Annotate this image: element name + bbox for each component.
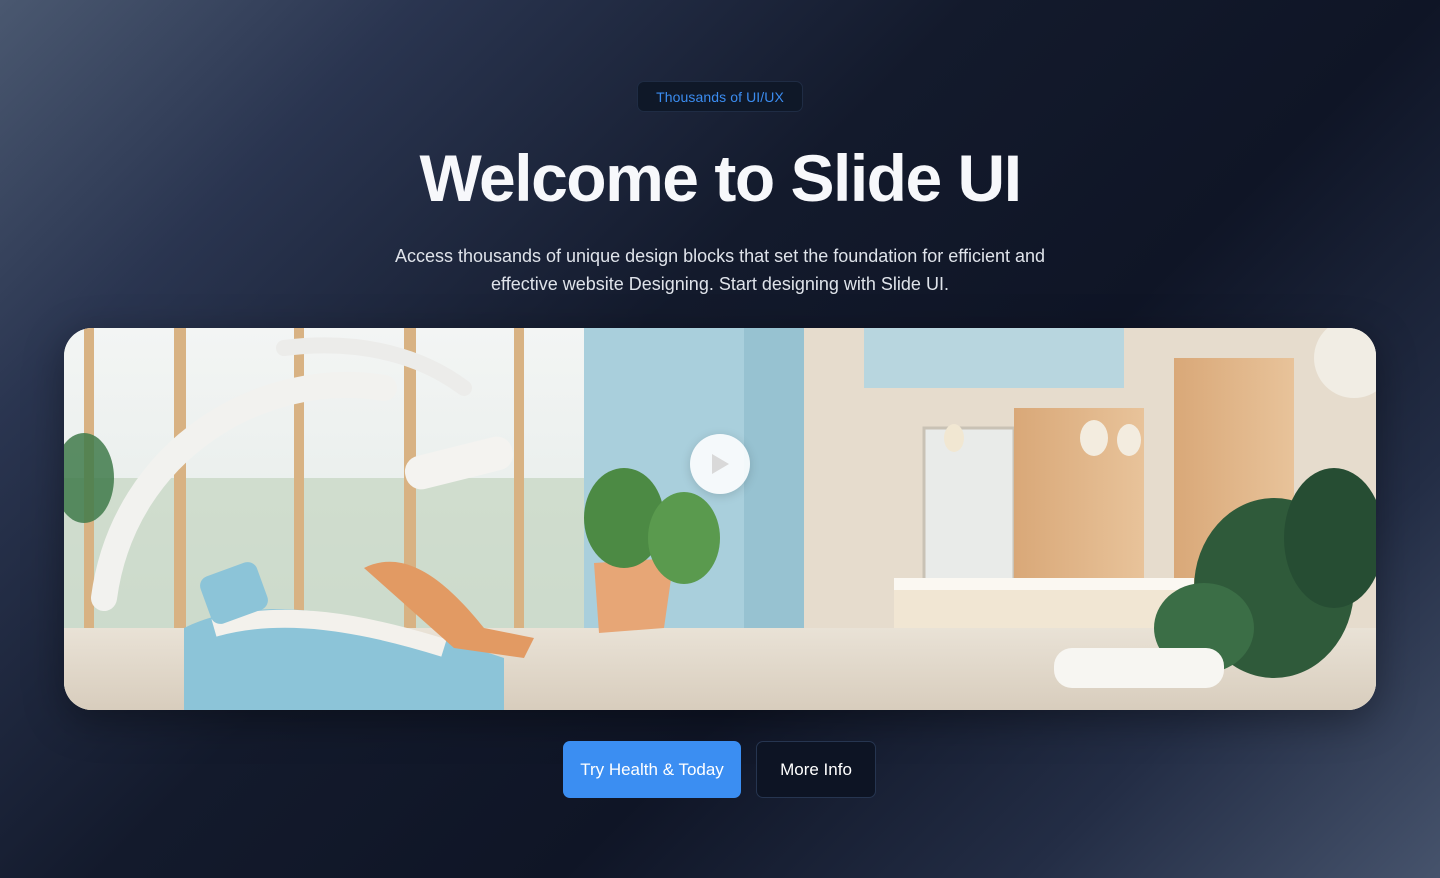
play-icon	[712, 454, 729, 474]
more-info-button[interactable]: More Info	[756, 741, 876, 798]
dental-clinic-illustration	[64, 328, 1376, 710]
hero-badge: Thousands of UI/UX	[637, 81, 803, 112]
page-title: Welcome to Slide UI	[419, 141, 1022, 215]
page-description: Access thousands of unique design blocks…	[394, 246, 1046, 294]
try-health-button[interactable]: Try Health & Today	[563, 741, 741, 798]
hero-image	[64, 328, 1376, 710]
play-video-button[interactable]	[690, 434, 750, 494]
